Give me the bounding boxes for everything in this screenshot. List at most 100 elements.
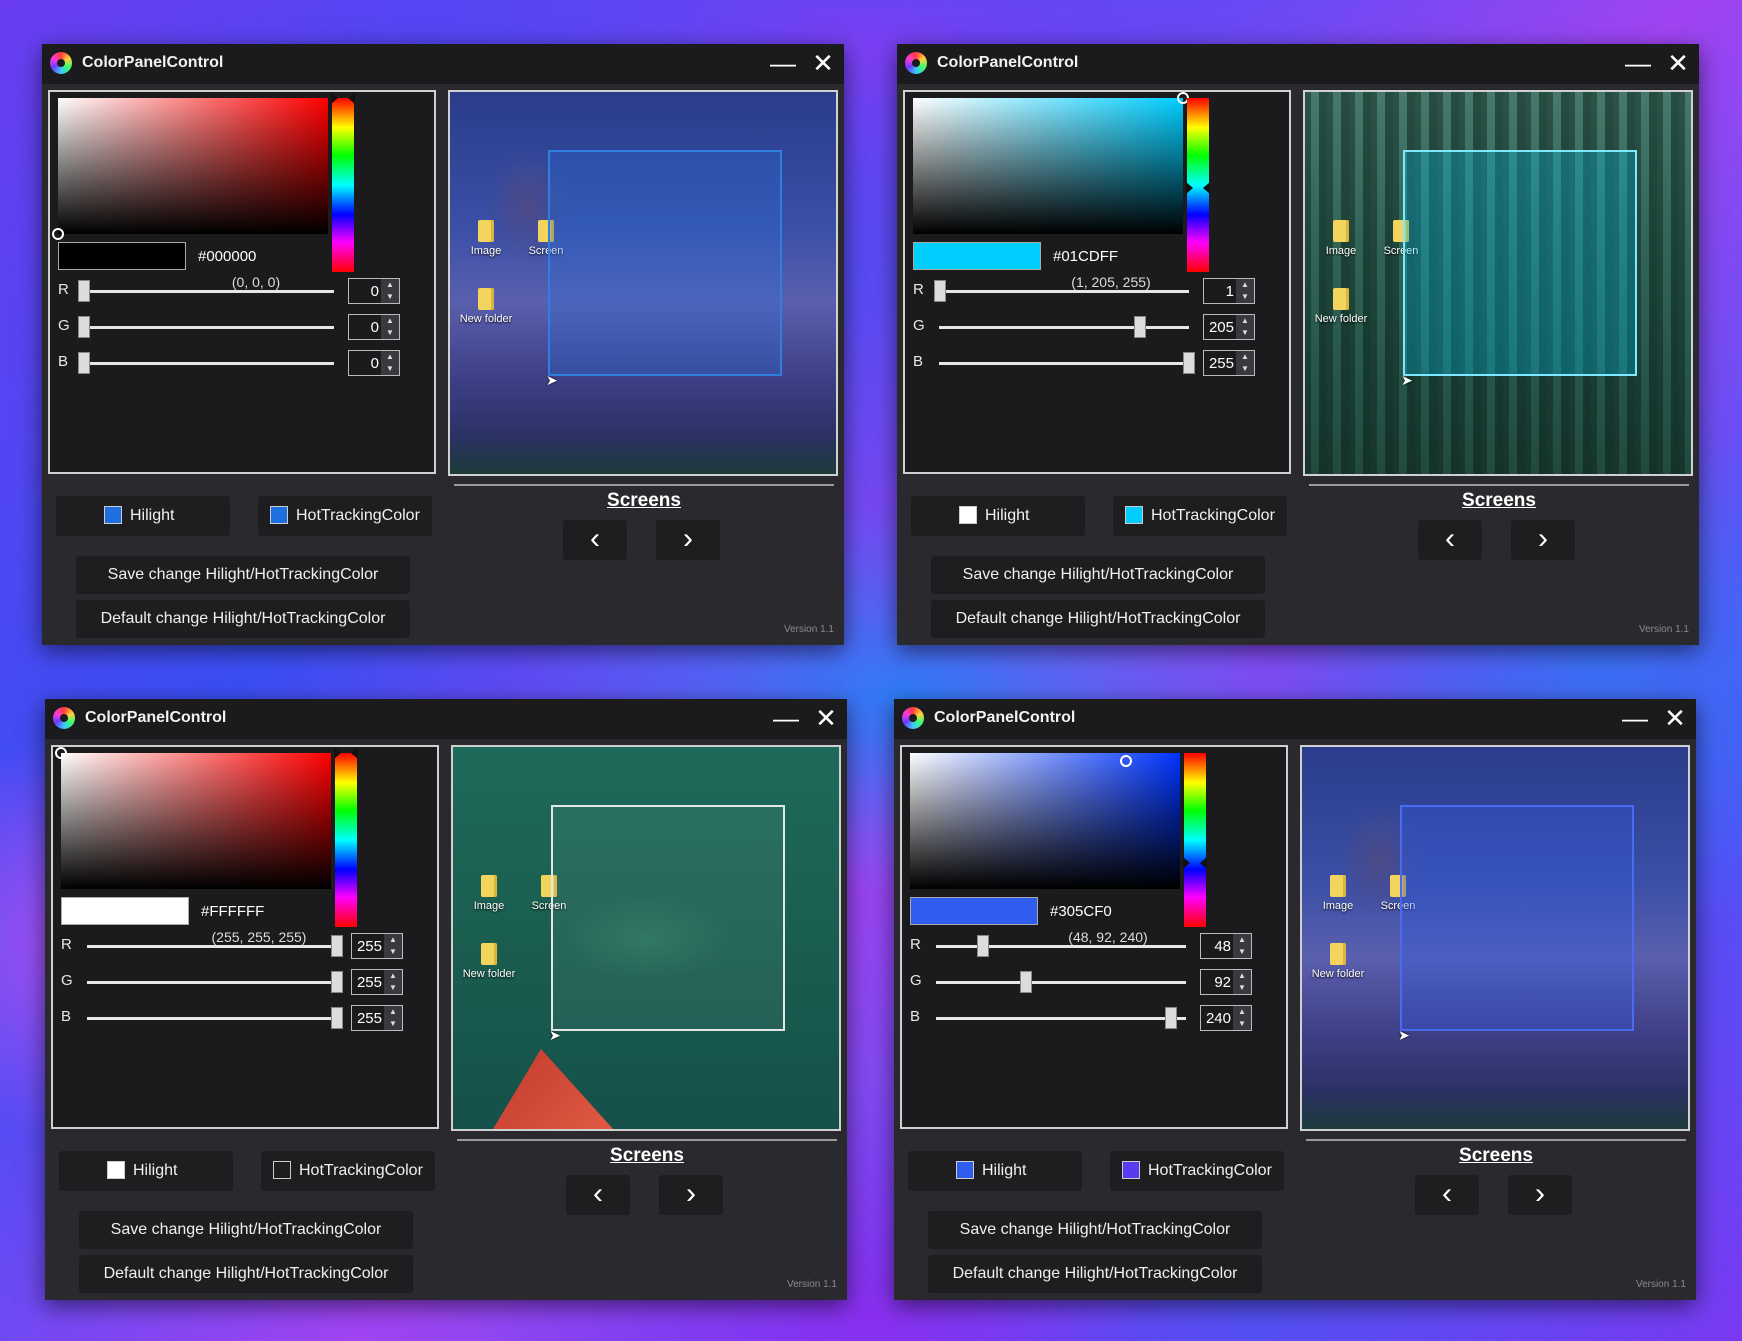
red-spinbox[interactable]: 0 ▲ ▼ bbox=[348, 278, 400, 304]
green-spin-value[interactable]: 205 bbox=[1209, 319, 1234, 336]
red-spin-value[interactable]: 48 bbox=[1214, 938, 1231, 955]
green-spin-down-icon[interactable]: ▼ bbox=[384, 982, 402, 994]
previous-screen-button[interactable]: ‹ bbox=[566, 1175, 630, 1215]
saturation-value-square[interactable] bbox=[52, 98, 328, 240]
red-spin-down-icon[interactable]: ▼ bbox=[381, 291, 399, 303]
red-spin-up-icon[interactable]: ▲ bbox=[1233, 934, 1251, 946]
red-slider-track[interactable] bbox=[84, 290, 334, 293]
save-change-button[interactable]: Save change Hilight/HotTrackingColor bbox=[931, 556, 1265, 594]
green-spin-up-icon[interactable]: ▲ bbox=[1236, 315, 1254, 327]
desktop-icon-new-folder[interactable]: New folder bbox=[456, 288, 516, 325]
hilight-button[interactable]: Hilight bbox=[59, 1151, 233, 1191]
blue-spin-up-icon[interactable]: ▲ bbox=[381, 351, 399, 363]
hue-slider[interactable] bbox=[331, 92, 355, 272]
desktop-icon-image[interactable]: Image bbox=[456, 220, 516, 257]
green-spin-value[interactable]: 255 bbox=[357, 974, 382, 991]
blue-spin-down-icon[interactable]: ▼ bbox=[381, 363, 399, 375]
minimize-button[interactable]: — bbox=[771, 703, 801, 733]
blue-slider-thumb[interactable] bbox=[331, 1007, 343, 1029]
save-change-button[interactable]: Save change Hilight/HotTrackingColor bbox=[76, 556, 410, 594]
green-spin-down-icon[interactable]: ▼ bbox=[1236, 327, 1254, 339]
close-button[interactable]: ✕ bbox=[808, 48, 838, 78]
hot-tracking-button[interactable]: HotTrackingColor bbox=[1110, 1151, 1284, 1191]
close-button[interactable]: ✕ bbox=[1663, 48, 1693, 78]
red-spin-value[interactable]: 255 bbox=[357, 938, 382, 955]
sv-marker[interactable] bbox=[55, 747, 67, 759]
red-slider-thumb[interactable] bbox=[933, 280, 946, 302]
green-spin-down-icon[interactable]: ▼ bbox=[1233, 982, 1251, 994]
hot-tracking-button[interactable]: HotTrackingColor bbox=[1113, 496, 1287, 536]
green-spin-up-icon[interactable]: ▲ bbox=[1233, 970, 1251, 982]
blue-slider-thumb[interactable] bbox=[1165, 1007, 1178, 1029]
red-spin-up-icon[interactable]: ▲ bbox=[381, 279, 399, 291]
hot-tracking-button[interactable]: HotTrackingColor bbox=[258, 496, 432, 536]
default-change-button[interactable]: Default change Hilight/HotTrackingColor bbox=[928, 1255, 1262, 1293]
red-spin-down-icon[interactable]: ▼ bbox=[384, 946, 402, 958]
previous-screen-button[interactable]: ‹ bbox=[1418, 520, 1482, 560]
default-change-button[interactable]: Default change Hilight/HotTrackingColor bbox=[79, 1255, 413, 1293]
title-bar[interactable]: ColorPanelControl — ✕ bbox=[45, 699, 847, 739]
green-slider-thumb[interactable] bbox=[78, 316, 90, 338]
blue-spin-value[interactable]: 255 bbox=[357, 1010, 382, 1027]
hilight-button[interactable]: Hilight bbox=[56, 496, 230, 536]
saturation-value-square[interactable] bbox=[913, 92, 1189, 234]
blue-slider-thumb[interactable] bbox=[78, 352, 90, 374]
red-spin-down-icon[interactable]: ▼ bbox=[1236, 291, 1254, 303]
green-spin-value[interactable]: 0 bbox=[371, 319, 379, 336]
green-spin-down-icon[interactable]: ▼ bbox=[381, 327, 399, 339]
red-slider-thumb[interactable] bbox=[977, 935, 990, 957]
next-screen-button[interactable]: › bbox=[656, 520, 720, 560]
blue-slider-track[interactable] bbox=[84, 362, 334, 365]
blue-spin-up-icon[interactable]: ▲ bbox=[1233, 1006, 1251, 1018]
blue-spin-down-icon[interactable]: ▼ bbox=[1236, 363, 1254, 375]
hot-tracking-button[interactable]: HotTrackingColor bbox=[261, 1151, 435, 1191]
hue-slider[interactable] bbox=[1183, 753, 1207, 927]
red-spin-up-icon[interactable]: ▲ bbox=[1236, 279, 1254, 291]
blue-spin-value[interactable]: 255 bbox=[1209, 355, 1234, 372]
blue-spinbox[interactable]: 240 ▲ ▼ bbox=[1200, 1005, 1252, 1031]
blue-slider-thumb[interactable] bbox=[1183, 352, 1195, 374]
save-change-button[interactable]: Save change Hilight/HotTrackingColor bbox=[79, 1211, 413, 1249]
sv-marker[interactable] bbox=[52, 228, 64, 240]
close-button[interactable]: ✕ bbox=[811, 703, 841, 733]
saturation-value-square[interactable] bbox=[910, 753, 1180, 889]
previous-screen-button[interactable]: ‹ bbox=[563, 520, 627, 560]
red-spin-value[interactable]: 0 bbox=[371, 283, 379, 300]
saturation-value-square[interactable] bbox=[55, 747, 331, 889]
green-slider-thumb[interactable] bbox=[1133, 316, 1146, 338]
blue-spin-value[interactable]: 240 bbox=[1206, 1010, 1231, 1027]
red-slider-track[interactable] bbox=[936, 945, 1186, 948]
green-slider-track[interactable] bbox=[84, 326, 334, 329]
blue-spin-down-icon[interactable]: ▼ bbox=[384, 1018, 402, 1030]
blue-spinbox[interactable]: 255 ▲ ▼ bbox=[351, 1005, 403, 1031]
green-spinbox[interactable]: 92 ▲ ▼ bbox=[1200, 969, 1252, 995]
hilight-button[interactable]: Hilight bbox=[908, 1151, 1082, 1191]
green-spin-value[interactable]: 92 bbox=[1214, 974, 1231, 991]
red-spin-down-icon[interactable]: ▼ bbox=[1233, 946, 1251, 958]
red-spin-up-icon[interactable]: ▲ bbox=[384, 934, 402, 946]
green-spinbox[interactable]: 0 ▲ ▼ bbox=[348, 314, 400, 340]
red-slider-thumb[interactable] bbox=[331, 935, 343, 957]
red-slider-thumb[interactable] bbox=[78, 280, 90, 302]
desktop-icon-image[interactable]: Image bbox=[1311, 220, 1371, 257]
title-bar[interactable]: ColorPanelControl — ✕ bbox=[894, 699, 1696, 739]
next-screen-button[interactable]: › bbox=[659, 1175, 723, 1215]
red-slider-track[interactable] bbox=[939, 290, 1189, 293]
green-slider-track[interactable] bbox=[939, 326, 1189, 329]
hue-slider[interactable] bbox=[1186, 98, 1210, 272]
blue-spinbox[interactable]: 0 ▲ ▼ bbox=[348, 350, 400, 376]
desktop-icon-image[interactable]: Image bbox=[459, 875, 519, 912]
close-button[interactable]: ✕ bbox=[1660, 703, 1690, 733]
previous-screen-button[interactable]: ‹ bbox=[1415, 1175, 1479, 1215]
green-slider-thumb[interactable] bbox=[1020, 971, 1033, 993]
green-spinbox[interactable]: 255 ▲ ▼ bbox=[351, 969, 403, 995]
green-slider-track[interactable] bbox=[936, 981, 1186, 984]
desktop-icon-image[interactable]: Image bbox=[1308, 875, 1368, 912]
green-spin-up-icon[interactable]: ▲ bbox=[384, 970, 402, 982]
blue-spin-up-icon[interactable]: ▲ bbox=[384, 1006, 402, 1018]
green-spin-up-icon[interactable]: ▲ bbox=[381, 315, 399, 327]
red-spin-value[interactable]: 1 bbox=[1226, 283, 1234, 300]
blue-spin-up-icon[interactable]: ▲ bbox=[1236, 351, 1254, 363]
hilight-button[interactable]: Hilight bbox=[911, 496, 1085, 536]
desktop-icon-new-folder[interactable]: New folder bbox=[459, 943, 519, 980]
